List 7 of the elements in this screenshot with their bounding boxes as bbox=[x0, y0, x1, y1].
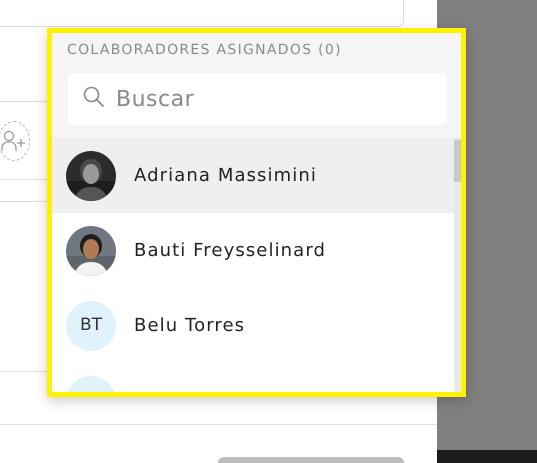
avatar: BT bbox=[66, 300, 116, 350]
search-icon bbox=[82, 85, 106, 109]
add-person-icon[interactable] bbox=[0, 120, 30, 160]
search-field[interactable]: Buscar bbox=[68, 73, 447, 125]
dropdown-header: COLABORADORES ASIGNADOS (0) bbox=[66, 41, 343, 60]
person-item[interactable]: Adriana Massimini bbox=[52, 138, 454, 213]
scrollbar[interactable] bbox=[454, 138, 461, 392]
